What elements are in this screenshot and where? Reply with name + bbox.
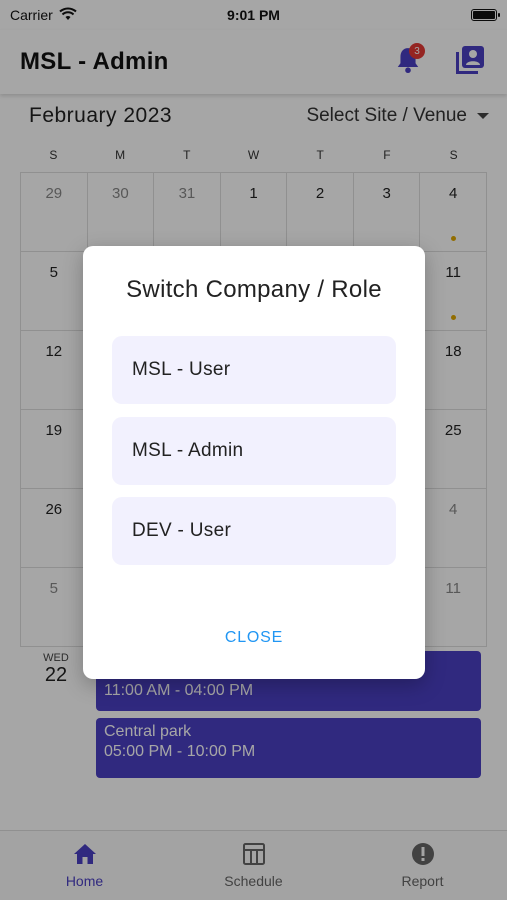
role-option-msl-admin[interactable]: MSL - Admin (112, 417, 396, 485)
close-button[interactable]: CLOSE (83, 629, 425, 647)
role-option-msl-user[interactable]: MSL - User (112, 336, 396, 404)
role-option-dev-user[interactable]: DEV - User (112, 497, 396, 565)
dialog-title: Switch Company / Role (126, 276, 382, 303)
switch-role-dialog: Switch Company / Role MSL - User MSL - A… (83, 246, 425, 679)
